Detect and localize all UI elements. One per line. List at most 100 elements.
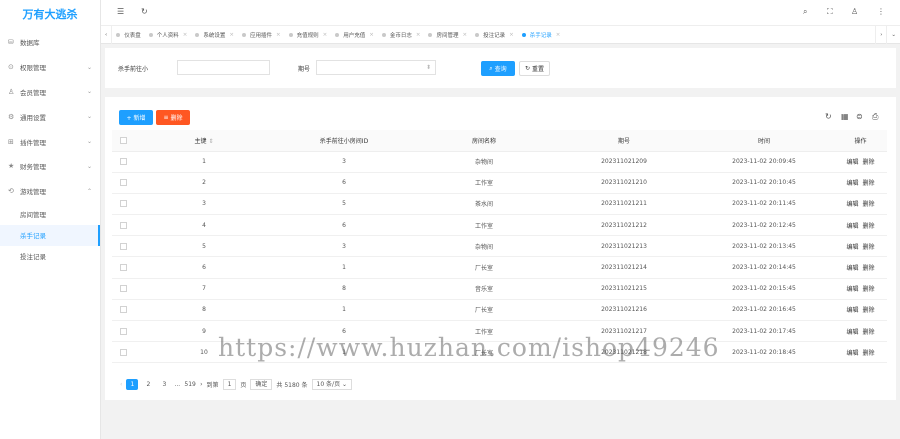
- delete-link[interactable]: 删除: [862, 223, 874, 230]
- delete-link[interactable]: 删除: [862, 159, 874, 166]
- delete-selected-label: 删除: [170, 115, 183, 122]
- next-page-icon[interactable]: ›: [200, 381, 202, 388]
- tab-9[interactable]: 杀手记录 ×: [518, 26, 565, 44]
- user-avatar-icon[interactable]: ♙: [851, 7, 858, 16]
- row-checkbox[interactable]: [119, 306, 127, 314]
- tab-2[interactable]: 系统设置 ×: [191, 26, 238, 44]
- row-checkbox[interactable]: [119, 327, 127, 335]
- query-button[interactable]: ⌕ 查询: [481, 61, 515, 76]
- delete-link[interactable]: 删除: [862, 244, 874, 251]
- delete-link[interactable]: 删除: [862, 329, 874, 336]
- delete-link[interactable]: 删除: [862, 265, 874, 272]
- refresh-icon[interactable]: ↻: [141, 7, 148, 16]
- row-checkbox[interactable]: [119, 158, 127, 166]
- row-checkbox[interactable]: [119, 200, 127, 208]
- reset-button[interactable]: ↻ 重置: [519, 61, 550, 76]
- sidebar-item-0[interactable]: ⛁ 数据库: [0, 30, 100, 55]
- delete-link[interactable]: 删除: [862, 201, 874, 208]
- last-page[interactable]: 519: [184, 379, 196, 390]
- close-icon[interactable]: ×: [369, 32, 374, 38]
- close-icon[interactable]: ×: [276, 32, 281, 38]
- edit-link[interactable]: 编辑: [847, 286, 859, 293]
- columns-icon[interactable]: ▦: [841, 112, 849, 121]
- edit-link[interactable]: 编辑: [847, 350, 859, 357]
- field2-spinner-icon[interactable]: ⬍: [426, 61, 431, 74]
- search-icon[interactable]: ⌕: [803, 7, 807, 17]
- field1-input[interactable]: [177, 60, 270, 75]
- tab-4[interactable]: 充值规则 ×: [285, 26, 332, 44]
- edit-link[interactable]: 编辑: [847, 307, 859, 314]
- row-checkbox[interactable]: [119, 348, 127, 356]
- delete-link[interactable]: 删除: [862, 286, 874, 293]
- sidebar-item-4[interactable]: ⊞ 插件管理 ⌄: [0, 129, 100, 154]
- sidebar-item-3[interactable]: ⚙ 通用设置 ⌄: [0, 104, 100, 129]
- row-checkbox[interactable]: [119, 264, 127, 272]
- tab-7[interactable]: 房间管理 ×: [424, 26, 471, 44]
- sidebar-item-6[interactable]: ⟲ 游戏管理 ⌃: [0, 179, 100, 204]
- cell: 杂物间: [414, 151, 554, 173]
- row-actions: 编辑 删除: [834, 341, 887, 364]
- app-logo[interactable]: 万有大逃杀: [0, 0, 100, 30]
- edit-link[interactable]: 编辑: [847, 223, 859, 230]
- delete-link[interactable]: 删除: [862, 180, 874, 187]
- close-icon[interactable]: ×: [462, 32, 467, 38]
- tabs-dropdown-icon[interactable]: ⌄: [886, 25, 900, 44]
- goto-confirm-button[interactable]: 确定: [250, 379, 273, 390]
- sidebar-item-5[interactable]: ★ 财务管理 ⌄: [0, 154, 100, 179]
- row-actions: 编辑 删除: [834, 214, 887, 237]
- page-size-select[interactable]: 10 条/页 ⌄: [311, 379, 353, 390]
- sidebar-subitem-1[interactable]: 杀手记录: [0, 224, 100, 246]
- refresh-table-icon[interactable]: ↻: [825, 112, 832, 121]
- cell: 202311021212: [554, 214, 694, 237]
- page-2[interactable]: 2: [142, 379, 154, 390]
- close-icon[interactable]: ×: [323, 32, 328, 38]
- menu-toggle-icon[interactable]: ☰: [117, 7, 124, 16]
- page-1[interactable]: 1: [126, 379, 139, 390]
- delete-selected-button[interactable]: ≡ 删除: [156, 110, 190, 125]
- row-checkbox[interactable]: [119, 179, 127, 187]
- edit-link[interactable]: 编辑: [847, 329, 859, 336]
- table-row: 3 5 茶水间 202311021211 2023-11-02 20:11:45 编辑 删…: [112, 193, 887, 216]
- edit-link[interactable]: 编辑: [847, 201, 859, 208]
- close-icon[interactable]: ×: [416, 32, 421, 38]
- delete-link[interactable]: 删除: [862, 307, 874, 314]
- sidebar-item-1[interactable]: ⊙ 权限管理 ⌄: [0, 55, 100, 80]
- row-select: [112, 341, 134, 364]
- edit-link[interactable]: 编辑: [847, 265, 859, 272]
- tab-6[interactable]: 金币日志 ×: [378, 26, 425, 44]
- edit-link[interactable]: 编辑: [847, 180, 859, 187]
- close-icon[interactable]: ×: [229, 32, 234, 38]
- row-checkbox[interactable]: [119, 285, 127, 293]
- row-checkbox[interactable]: [119, 221, 127, 229]
- add-button[interactable]: + 新增: [119, 110, 153, 125]
- tabs-scroll-left-icon[interactable]: ‹: [101, 25, 113, 44]
- print-icon[interactable]: ⎙: [872, 112, 878, 122]
- field2-input[interactable]: ⬍: [316, 60, 436, 75]
- tab-3[interactable]: 应用插件 ×: [238, 26, 285, 44]
- fullscreen-icon[interactable]: ⛶: [827, 7, 833, 17]
- edit-link[interactable]: 编辑: [847, 159, 859, 166]
- close-icon[interactable]: ×: [509, 32, 514, 38]
- edit-link[interactable]: 编辑: [847, 244, 859, 251]
- close-icon[interactable]: ×: [183, 32, 188, 38]
- more-icon[interactable]: ⋮: [877, 7, 885, 16]
- tab-5[interactable]: 用户充值 ×: [331, 26, 378, 44]
- tab-1[interactable]: 个人资料 ×: [145, 26, 192, 44]
- sort-icon[interactable]: ⇕: [208, 138, 213, 145]
- row-select: [112, 151, 134, 173]
- select-all-checkbox[interactable]: [119, 136, 127, 144]
- close-icon[interactable]: ×: [556, 32, 561, 38]
- goto-page-input[interactable]: 1: [222, 379, 237, 390]
- page-3[interactable]: 3: [158, 379, 170, 390]
- delete-link[interactable]: 删除: [862, 350, 874, 357]
- sidebar-subitem-0[interactable]: 房间管理: [0, 204, 100, 225]
- prev-page-icon[interactable]: ‹: [120, 381, 122, 388]
- header-id[interactable]: 主键 ⇕: [134, 130, 274, 152]
- export-icon[interactable]: ⊜: [856, 112, 863, 121]
- tab-0[interactable]: 仪表盘: [112, 26, 145, 44]
- tab-8[interactable]: 投注记录 ×: [471, 26, 518, 44]
- sidebar-item-2[interactable]: ♙ 会员管理 ⌄: [0, 80, 100, 105]
- tabs-scroll-right-icon[interactable]: ›: [875, 25, 886, 44]
- sidebar-subitem-2[interactable]: 投注记录: [0, 246, 100, 267]
- row-checkbox[interactable]: [119, 242, 127, 250]
